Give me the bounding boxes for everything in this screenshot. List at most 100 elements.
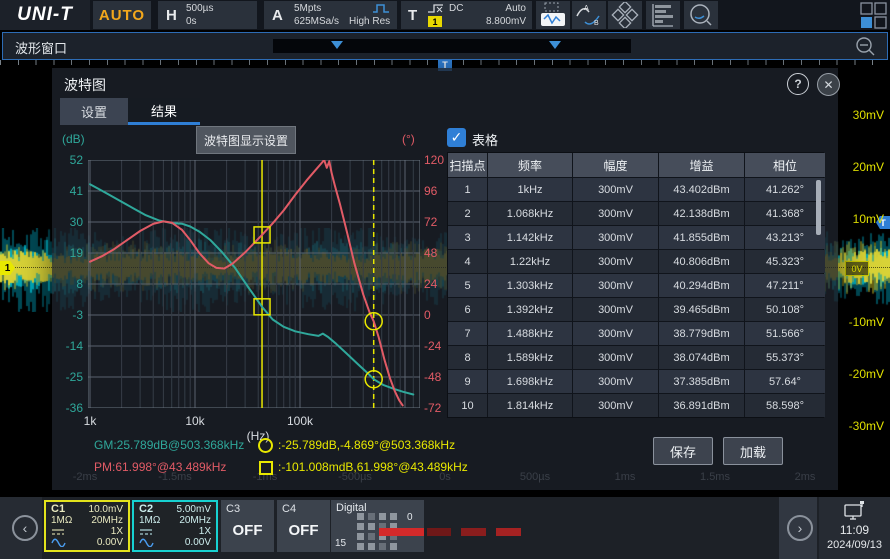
table-cell: 300mV <box>573 250 658 273</box>
table-checkbox[interactable]: ✓ <box>447 128 466 147</box>
table-cell: 1.392kHz <box>488 298 572 321</box>
table-row[interactable]: 21.068kHz300mV42.138dBm41.368° <box>448 202 823 225</box>
table-row[interactable]: 71.488kHz300mV38.779dBm51.566° <box>448 322 823 345</box>
gain-tick-label: 41 <box>52 184 83 198</box>
c2-scale: 5.00mV <box>177 504 211 515</box>
timebase-value: 500µs <box>186 3 213 15</box>
table-cell: 1.22kHz <box>488 250 572 273</box>
zoom-out-icon[interactable] <box>855 36 875 56</box>
expand-right-block: › <box>779 497 817 559</box>
table-scrollbar[interactable] <box>816 180 821 235</box>
table-cell: 1.303kHz <box>488 274 572 297</box>
help-icon[interactable]: ? <box>787 73 809 95</box>
histogram-button[interactable] <box>646 1 680 29</box>
save-button[interactable]: 保存 <box>653 437 713 465</box>
table-cell: 57.64° <box>745 370 825 393</box>
phase-margin-readout: PM:61.998°@43.489kHz <box>94 460 226 474</box>
horizontal-position-strip[interactable] <box>273 39 631 53</box>
gain-margin-readout: GM:25.789dB@503.368kHz <box>94 438 244 452</box>
digital-bit-square <box>368 533 375 540</box>
table-cell: 40.806dBm <box>659 250 744 273</box>
square-cursor-icon <box>259 461 273 475</box>
table-cell: 1.142kHz <box>488 226 572 249</box>
svg-text:B: B <box>594 20 599 27</box>
table-cell: 43.213° <box>745 226 825 249</box>
digital-bit-square <box>368 523 375 530</box>
table-row[interactable]: 41.22kHz300mV40.806dBm45.323° <box>448 250 823 273</box>
channel-status-bar: ‹ C110.0mV 1MΩ20MHz 1X 0.00V C2 5.00mV 1M… <box>0 497 890 559</box>
window-layout-button[interactable] <box>860 2 887 29</box>
table-cell: 300mV <box>573 178 658 201</box>
digital-channels-box[interactable]: Digital 0 15 <box>331 500 424 552</box>
tab-settings[interactable]: 设置 <box>60 98 128 125</box>
table-cell: 1.698kHz <box>488 370 572 393</box>
right-axis-unit: (°) <box>402 132 415 146</box>
gain-tick-label: 19 <box>52 246 83 260</box>
select-waveform-tool-button[interactable] <box>536 1 570 29</box>
table-cell: 300mV <box>573 274 658 297</box>
horizontal-offset-value: 0s <box>186 16 197 28</box>
tab-results[interactable]: 结果 <box>128 98 200 125</box>
channel2-box[interactable]: C25.00mV 1MΩ20MHz 1X 0.00V <box>132 500 218 552</box>
chevron-right-icon[interactable]: › <box>787 515 813 541</box>
table-cell: 41.262° <box>745 178 825 201</box>
gain-tick-label: -36 <box>52 401 83 415</box>
phase-tick-label: -24 <box>424 339 464 353</box>
sine-icon <box>51 538 66 547</box>
c1-impedance: 1MΩ <box>51 515 72 526</box>
table-row[interactable]: 11kHz300mV43.402dBm41.262° <box>448 178 823 201</box>
c3-name: C3 <box>226 503 240 515</box>
circle-cursor-readout: :-25.789dB,-4.869°@503.368kHz <box>278 438 455 452</box>
trigger-settings-button[interactable]: T 1 DC Auto 8.800mV <box>401 1 532 29</box>
oscilloscope-screen: UNI-T AUTO H 500µs 0s A 5Mpts 625MSa/s H… <box>0 0 890 559</box>
gain-tick-label: 30 <box>52 215 83 229</box>
channel4-box[interactable]: C4 OFF <box>277 500 330 552</box>
frequency-tick-label: 100k <box>280 414 320 428</box>
c4-name: C4 <box>282 503 296 515</box>
bode-chart <box>88 160 420 408</box>
table-row[interactable]: 101.814kHz300mV36.891dBm58.598° <box>448 394 823 417</box>
position-marker-left-icon[interactable] <box>331 41 343 49</box>
table-cell: 300mV <box>573 394 658 417</box>
table-cell: 51.566° <box>745 322 825 345</box>
xy-mode-button[interactable] <box>608 1 642 29</box>
ab-curve-icon: A B <box>575 2 603 28</box>
table-cell: 42.138dBm <box>659 202 744 225</box>
horizontal-settings-button[interactable]: H 500µs 0s <box>158 1 257 29</box>
table-cell: 38.074dBm <box>659 346 744 369</box>
table-checkbox-label: 表格 <box>472 130 498 149</box>
collapse-left-block: ‹ <box>0 497 42 559</box>
c2-name: C2 <box>139 504 153 515</box>
channel1-box[interactable]: C110.0mV 1MΩ20MHz 1X 0.00V <box>44 500 130 552</box>
lens-icon <box>687 2 715 28</box>
table-row[interactable]: 61.392kHz300mV39.465dBm50.108° <box>448 298 823 321</box>
table-row[interactable]: 91.698kHz300mV37.385dBm57.64° <box>448 370 823 393</box>
table-cell: 1.068kHz <box>488 202 572 225</box>
close-icon[interactable]: ✕ <box>817 73 840 96</box>
c4-state: OFF <box>277 522 330 539</box>
digital-bit-square <box>390 513 397 520</box>
load-button[interactable]: 加载 <box>723 437 783 465</box>
ab-curve-button[interactable]: A B <box>572 1 606 29</box>
table-cell: 39.465dBm <box>659 298 744 321</box>
table-cell: 43.402dBm <box>659 178 744 201</box>
table-cell: 58.598° <box>745 394 825 417</box>
top-toolbar: UNI-T AUTO H 500µs 0s A 5Mpts 625MSa/s H… <box>0 0 890 30</box>
clock-block: 11:09 2024/09/13 <box>819 497 890 559</box>
circle-cursor-icon <box>258 438 273 453</box>
phase-tick-label: 72 <box>424 215 464 229</box>
display-settings-button[interactable]: 波特图显示设置 <box>196 126 296 154</box>
trigger-label: T <box>408 7 417 24</box>
acquire-settings-button[interactable]: A 5Mpts 625MSa/s High Res <box>264 1 397 29</box>
channel3-box[interactable]: C3 OFF <box>221 500 274 552</box>
chevron-left-icon[interactable]: ‹ <box>12 515 38 541</box>
table-row[interactable]: 31.142kHz300mV41.855dBm43.213° <box>448 226 823 249</box>
trigger-level-value: 8.800mV <box>486 16 526 28</box>
lens-button[interactable] <box>684 1 718 29</box>
table-row[interactable]: 81.589kHz300mV38.074dBm55.373° <box>448 346 823 369</box>
table-row[interactable]: 51.303kHz300mV40.294dBm47.211° <box>448 274 823 297</box>
acquire-label: A <box>272 7 283 24</box>
table-cell: 40.294dBm <box>659 274 744 297</box>
auto-button[interactable]: AUTO <box>93 1 151 29</box>
position-marker-right-icon[interactable] <box>549 41 561 49</box>
